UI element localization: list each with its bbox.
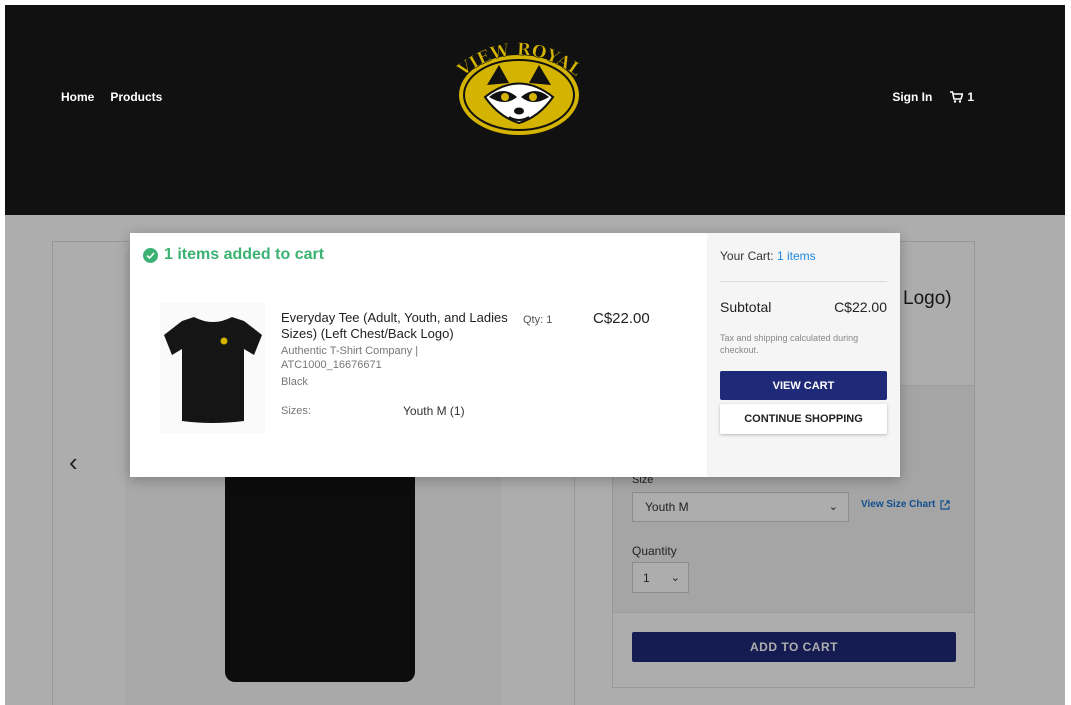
subtotal-label: Subtotal bbox=[720, 299, 772, 315]
cart-count: 1 bbox=[967, 90, 974, 104]
view-royal-raccoon-logo[interactable]: VIEW ROYAL bbox=[447, 35, 592, 140]
check-circle-icon bbox=[143, 247, 158, 263]
added-item-panel: 1 items added to cart Everyday Tee (Adul… bbox=[130, 233, 707, 477]
item-name: Everyday Tee (Adult, Youth, and Ladies S… bbox=[281, 310, 508, 341]
continue-shopping-button[interactable]: CONTINUE SHOPPING bbox=[720, 404, 887, 434]
nav-products-link[interactable]: Products bbox=[110, 90, 162, 104]
sign-in-link[interactable]: Sign In bbox=[892, 90, 932, 104]
your-cart-count-link[interactable]: 1 items bbox=[777, 249, 816, 263]
item-vendor: Authentic T-Shirt Company | ATC1000_1667… bbox=[281, 345, 419, 371]
added-to-cart-text: 1 items added to cart bbox=[164, 246, 325, 263]
item-thumbnail bbox=[160, 303, 265, 433]
item-color: Black bbox=[281, 376, 308, 388]
your-cart-summary: Your Cart: 1 items bbox=[720, 249, 816, 263]
main-nav: Home Products bbox=[61, 90, 162, 104]
subtotal-value: C$22.00 bbox=[834, 299, 887, 315]
divider bbox=[720, 281, 887, 282]
tax-shipping-note: Tax and shipping calculated during check… bbox=[720, 333, 859, 355]
view-cart-button[interactable]: VIEW CART bbox=[720, 371, 887, 400]
cart-link[interactable]: 1 bbox=[950, 90, 974, 104]
item-qty: Qty: 1 bbox=[523, 314, 553, 326]
item-price: C$22.00 bbox=[593, 310, 650, 327]
your-cart-label: Your Cart: bbox=[720, 249, 774, 263]
added-to-cart-modal: 1 items added to cart Everyday Tee (Adul… bbox=[130, 233, 900, 477]
item-sizes-label: Sizes: bbox=[281, 405, 311, 417]
site-header: Home Products VIEW ROYAL Sign In 1 bbox=[5, 5, 1065, 215]
item-sizes-value: Youth M (1) bbox=[403, 404, 465, 418]
account-nav: Sign In 1 bbox=[892, 90, 974, 104]
added-to-cart-heading: 1 items added to cart bbox=[143, 246, 324, 264]
cart-icon bbox=[950, 91, 964, 103]
cart-summary-panel: Your Cart: 1 items Subtotal C$22.00 Tax … bbox=[707, 233, 900, 477]
nav-home-link[interactable]: Home bbox=[61, 90, 94, 104]
